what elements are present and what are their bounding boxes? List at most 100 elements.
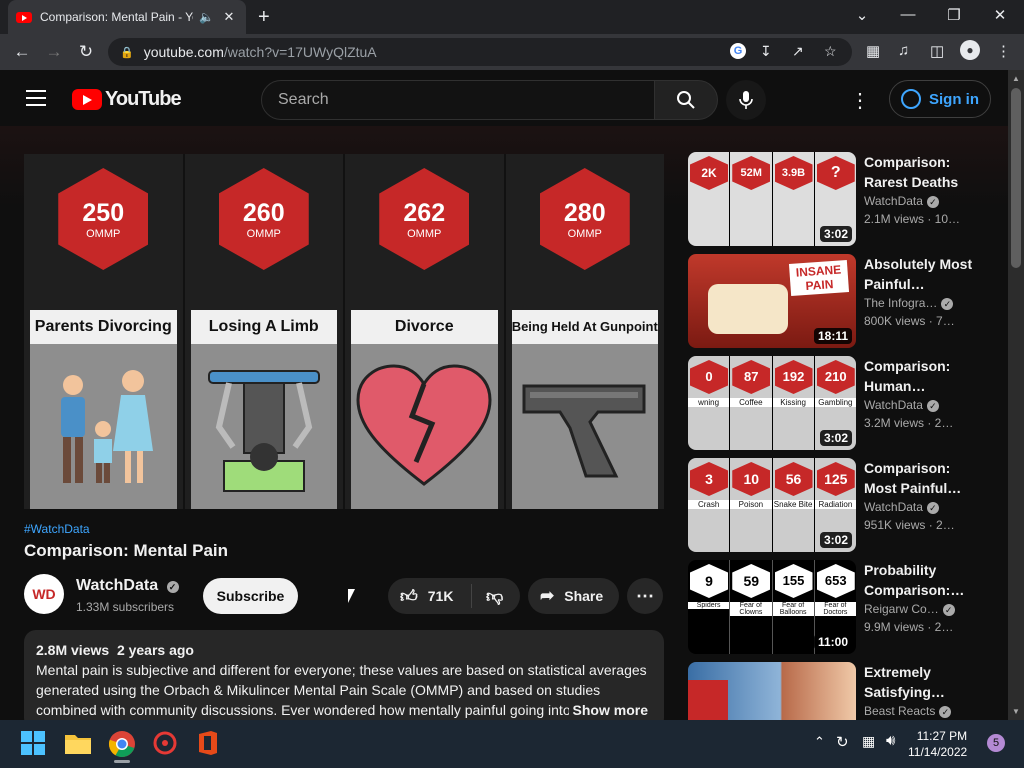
gaming-app-button[interactable] [152, 730, 180, 758]
pain-score-hexagon: 260 OMMP [218, 168, 309, 270]
verified-check-icon: ✓ [942, 604, 955, 616]
back-button[interactable]: ← [6, 42, 38, 62]
recommendation-item[interactable]: INSANE PAIN 18:11 Absolutely Most Painfu… [688, 254, 988, 348]
thumbnail-label: Gambling [814, 398, 856, 407]
folder-icon [65, 735, 91, 754]
youtube-logo[interactable]: YouTube [72, 88, 182, 111]
forward-button[interactable]: → [38, 42, 70, 62]
close-tab-icon[interactable]: ✕ [220, 9, 238, 25]
file-explorer-button[interactable] [64, 730, 92, 758]
pain-score-hexagon: 262 OMMP [379, 168, 470, 270]
page-scrollbar[interactable]: ▲ ▼ [1008, 70, 1024, 720]
video-column: 250 OMMP Parents Divorcing [24, 154, 185, 509]
video-thumbnail: 2K 52M 3.9B ? 3:02 [688, 152, 856, 246]
show-more-button[interactable]: Show more [568, 700, 648, 720]
video-player[interactable]: 250 OMMP Parents Divorcing 260 OMMP Losi… [24, 154, 664, 509]
chrome-taskbar-button[interactable] [108, 730, 136, 763]
logo-wordmark: YouTube [105, 88, 182, 110]
recommendation-item[interactable]: 2K 52M 3.9B ? 3:02 Comparison: Rarest De… [688, 152, 988, 246]
update-sync-icon[interactable]: ↻ [836, 733, 849, 751]
install-app-icon[interactable]: ↧ [760, 43, 772, 60]
share-arrow-icon: ➦ [540, 586, 555, 605]
start-button[interactable] [20, 730, 48, 758]
thumbnail-column: 155 Fear of Balloons [772, 560, 815, 654]
voice-search-button[interactable] [726, 80, 766, 120]
recommendation-item[interactable]: 9 Spiders 59 Fear of Clowns 155 Fear of Bal… [688, 560, 988, 654]
broken-heart-icon [356, 363, 492, 486]
recommendation-channel[interactable]: WatchData ✓ [864, 398, 939, 412]
thumbnail-hex: 653 [816, 564, 855, 598]
sign-in-button[interactable]: Sign in [889, 80, 991, 118]
more-actions-button[interactable]: ⋯ [627, 578, 663, 614]
recommendation-item[interactable]: 3 Crash 10 Poison 56 Snake Bite 125 Radiatio… [688, 458, 988, 552]
thumbnail-hex: 192 [774, 360, 813, 394]
recommendation-title[interactable]: Extremely Satisfying… [864, 662, 974, 702]
recommendation-title[interactable]: Comparison: Rarest Deaths [864, 152, 974, 192]
recommendation-item[interactable]: Extremely Satisfying… Beast Reacts ✓ [688, 662, 988, 720]
channel-name-link[interactable]: WatchData ✓ [76, 577, 179, 595]
scrollbar-thumb[interactable] [1011, 88, 1021, 268]
clock-date: 11/14/2022 [908, 745, 968, 759]
pain-score-unit: OMMP [246, 227, 281, 240]
dislike-button[interactable]: 👎︎ [472, 586, 503, 607]
recommendation-title[interactable]: Probability Comparison:… [864, 560, 974, 600]
google-lens-icon[interactable]: G [730, 43, 746, 59]
system-clock[interactable]: 11:27 PM 11/14/2022 [908, 728, 967, 760]
speaker-icon[interactable]: 🔈 [199, 10, 214, 24]
network-icon[interactable]: ▦ [862, 733, 875, 750]
recommendation-views: 9.9M views · 2… [864, 620, 954, 634]
recommendation-title[interactable]: Comparison: Human… [864, 356, 974, 396]
maximize-button[interactable]: ❐ [934, 6, 974, 24]
recommendation-channel[interactable]: WatchData ✓ [864, 500, 939, 514]
side-panel-icon[interactable]: ◫ [930, 42, 944, 60]
recommendation-item[interactable]: 0 wning 87 Coffee 192 Kissing 210 Gambling 3… [688, 356, 988, 450]
recommendation-channel[interactable]: The Infogra… ✓ [864, 296, 954, 310]
chrome-menu-icon[interactable]: ⋮ [996, 42, 1011, 60]
search-input[interactable]: Search [261, 80, 655, 120]
notification-badge[interactable]: 5 [987, 734, 1005, 752]
close-window-button[interactable]: ✕ [980, 6, 1020, 24]
running-app-indicator [114, 760, 130, 763]
tray-chevron-icon[interactable]: ⌃ [814, 734, 825, 750]
recommendation-channel-name: Beast Reacts [864, 704, 936, 718]
recommendation-title[interactable]: Comparison: Most Painful… [864, 458, 974, 498]
browser-tab-active[interactable]: Comparison: Mental Pain - Yo 🔈 ✕ [8, 0, 246, 34]
tab-search-chevron-icon[interactable]: ⌄ [842, 6, 882, 24]
scroll-down-arrow-icon[interactable]: ▼ [1012, 707, 1020, 716]
address-bar[interactable]: 🔒 youtube.com/watch?v=17UWyQlZtuA G ↧ ↗ … [108, 38, 852, 66]
verified-check-icon: ✓ [926, 502, 939, 514]
thumbnail-overlay-text: INSANE PAIN [788, 260, 850, 296]
scroll-up-arrow-icon[interactable]: ▲ [1012, 74, 1020, 83]
recommendation-views: 951K views · 2… [864, 518, 955, 532]
new-tab-button[interactable]: + [258, 6, 270, 29]
like-button[interactable]: 👍︎ 71K [388, 584, 472, 608]
video-duration: 18:11 [813, 328, 852, 344]
share-button[interactable]: ➦ Share [528, 578, 619, 614]
office-app-button[interactable] [196, 730, 224, 758]
recommendation-channel[interactable]: Reigarw Co… ✓ [864, 602, 955, 616]
bookmark-star-icon[interactable]: ☆ [824, 43, 837, 60]
profile-avatar-icon[interactable]: ● [960, 40, 980, 60]
recommendation-channel[interactable]: WatchData ✓ [864, 194, 939, 208]
hamburger-menu-icon[interactable] [26, 90, 46, 106]
thumbnail-column: 9 Spiders [688, 560, 731, 654]
channel-avatar[interactable]: WD [24, 574, 64, 614]
recommendation-channel[interactable]: Beast Reacts ✓ [864, 704, 952, 718]
minimize-button[interactable]: — [888, 6, 928, 23]
recommendation-views: 2.1M views · 10… [864, 212, 961, 226]
search-button[interactable] [654, 80, 718, 120]
video-hashtag-link[interactable]: #WatchData [24, 522, 90, 536]
extensions-puzzle-icon[interactable]: ▦ [866, 42, 880, 60]
pain-score-value: 260 [242, 198, 285, 227]
settings-kebab-icon[interactable]: ⋮ [850, 88, 870, 113]
description-box[interactable]: 2.8M views 2 years ago Mental pain is su… [24, 630, 664, 730]
chrome-icon [108, 731, 135, 758]
reload-button[interactable]: ↻ [70, 42, 102, 62]
share-page-icon[interactable]: ↗ [792, 43, 804, 60]
volume-icon[interactable]: 🔊︎ [886, 732, 895, 749]
media-queue-icon[interactable]: ♫ [898, 42, 909, 59]
recommendation-channel-name: WatchData [864, 398, 923, 412]
verified-check-icon: ✓ [926, 400, 939, 412]
subscribe-button[interactable]: Subscribe [203, 578, 298, 614]
recommendation-title[interactable]: Absolutely Most Painful… [864, 254, 974, 294]
